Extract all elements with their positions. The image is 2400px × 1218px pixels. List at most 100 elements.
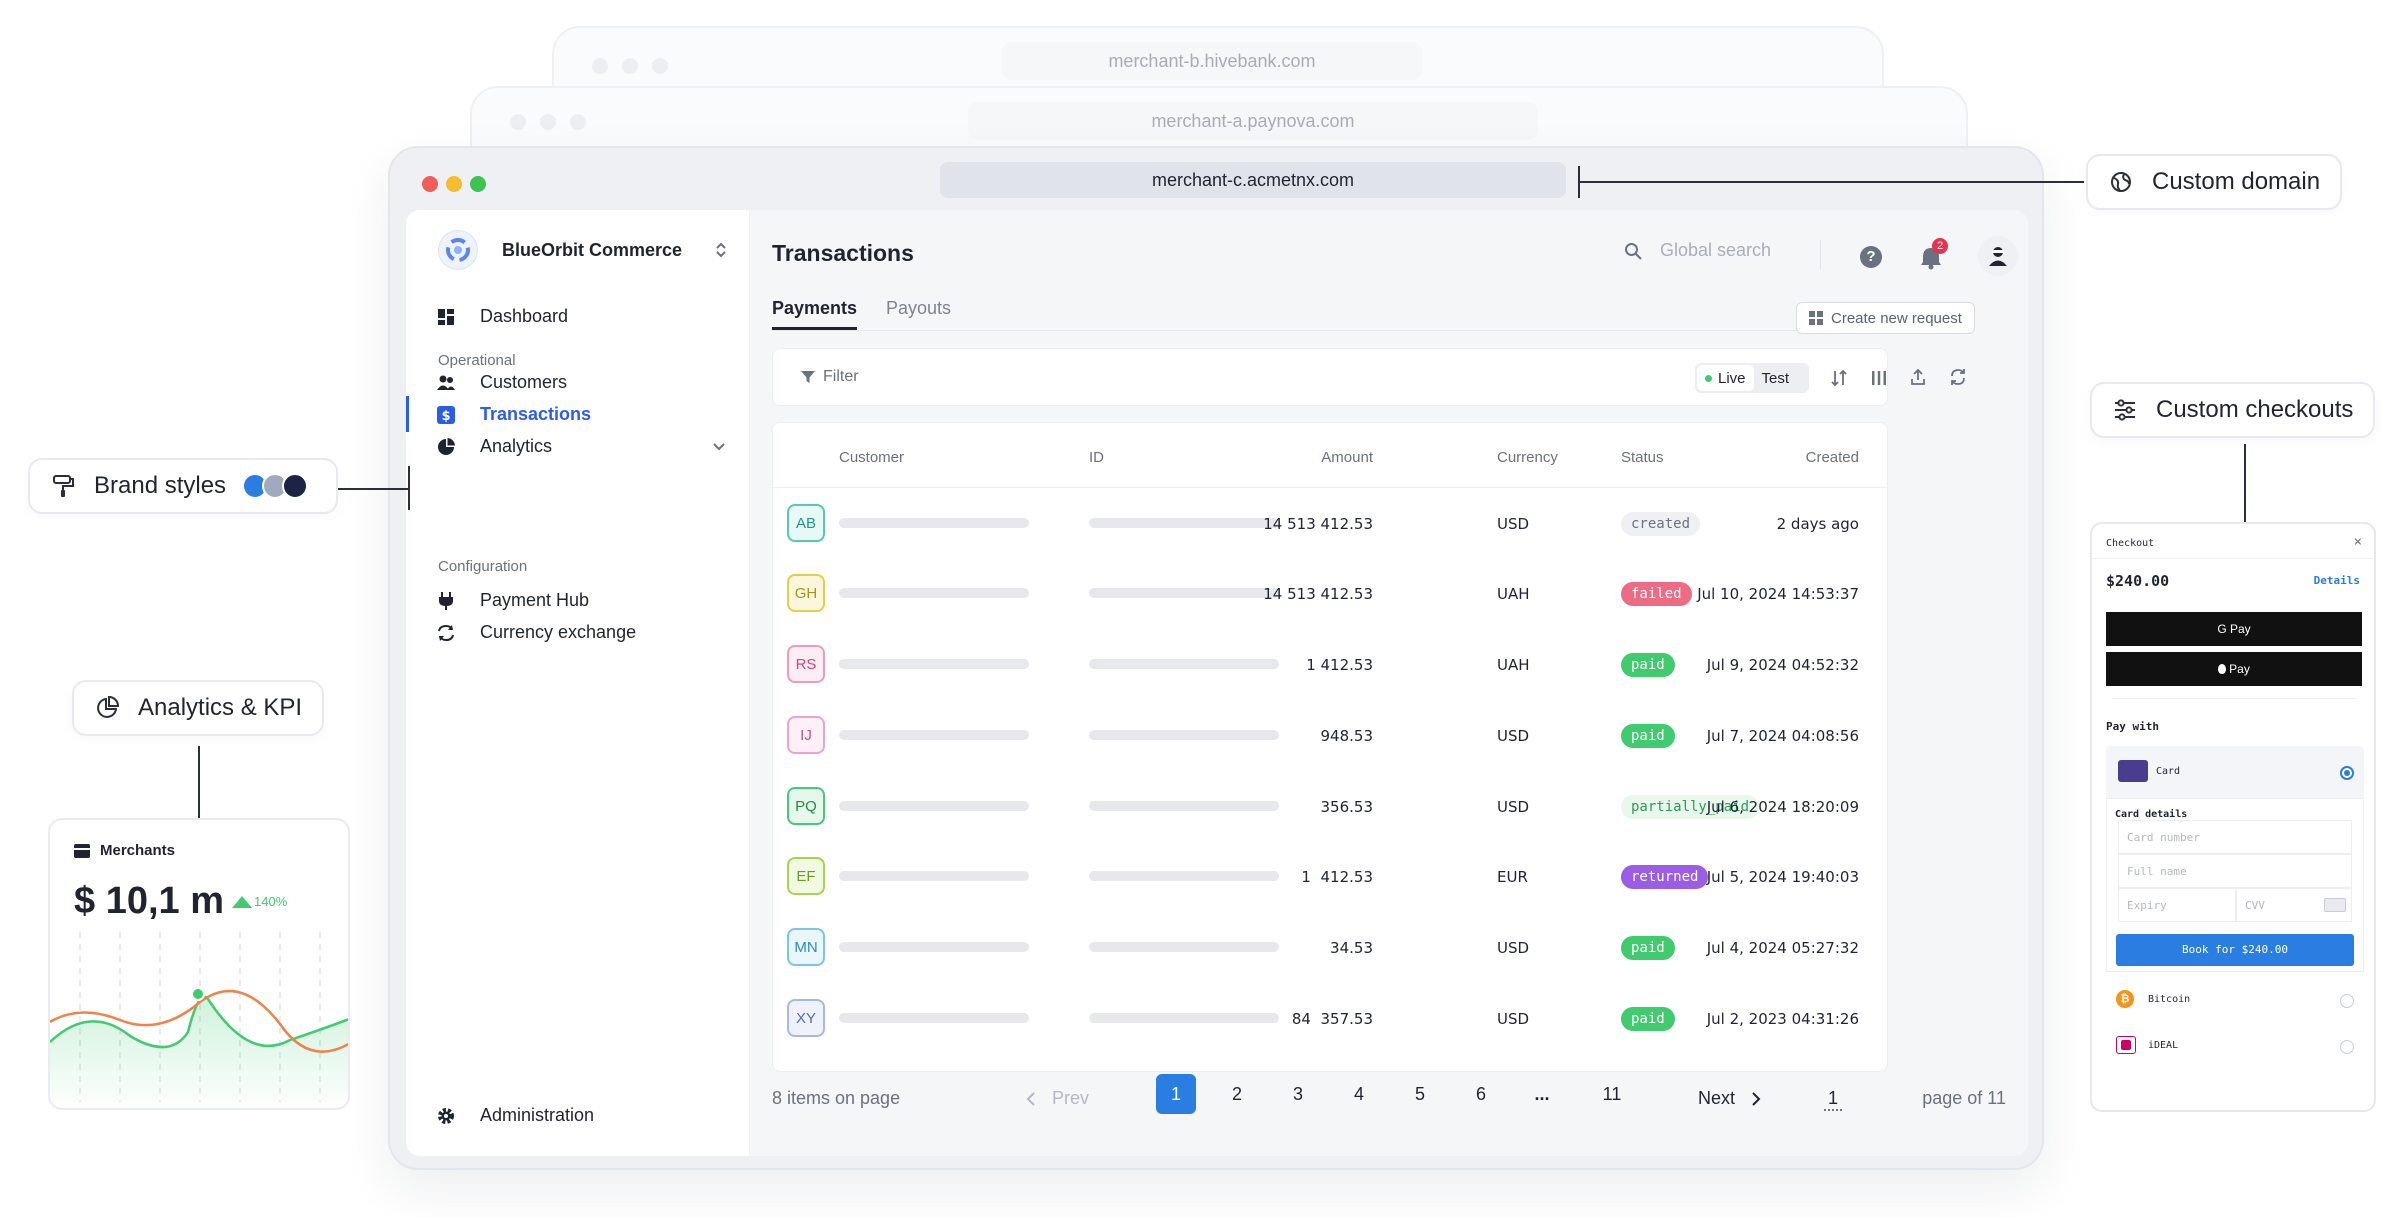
- ideal-radio[interactable]: [2340, 1040, 2354, 1054]
- address-bar[interactable]: merchant-c.acmetnx.com: [940, 162, 1566, 198]
- mode-live-label: Live: [1718, 369, 1746, 387]
- card-number-input[interactable]: Card number: [2118, 820, 2352, 854]
- sidebar-item-customers[interactable]: Customers: [436, 372, 567, 393]
- page-button-2[interactable]: 2: [1217, 1074, 1257, 1114]
- chevron-down-icon: [713, 442, 725, 450]
- column-header-amount[interactable]: Amount: [1321, 449, 1373, 466]
- pay-with-label: Pay with: [2106, 720, 2159, 733]
- google-pay-button[interactable]: G Pay: [2106, 612, 2362, 646]
- page-button-3[interactable]: 3: [1278, 1074, 1318, 1114]
- url-bar: merchant-a.paynova.com: [968, 102, 1538, 140]
- table-row[interactable]: EF 1 412.53 EUR returned Jul 5, 2024 19:…: [773, 841, 1887, 912]
- help-button[interactable]: ?: [1860, 246, 1882, 268]
- items-on-page: 8 items on page: [772, 1088, 901, 1108]
- gear-icon: [436, 1106, 456, 1126]
- main-content: Transactions Global search ? 2 Payments …: [750, 210, 2028, 1156]
- sidebar-item-analytics[interactable]: Analytics: [436, 436, 726, 457]
- avatar: PQ: [787, 787, 825, 825]
- cvv-card-icon: [2324, 898, 2346, 912]
- page-button-11[interactable]: 11: [1592, 1074, 1632, 1114]
- card-radio[interactable]: [2340, 766, 2354, 780]
- sort-icon[interactable]: [1831, 369, 1847, 387]
- prev-page-button[interactable]: Prev: [1026, 1088, 1089, 1109]
- full-name-input[interactable]: Full name: [2118, 854, 2352, 888]
- create-request-button[interactable]: Create new request: [1796, 302, 1975, 334]
- page-button-6[interactable]: 6: [1461, 1074, 1501, 1114]
- checkout-divider: [2092, 558, 2374, 559]
- section-label-operational: Operational: [438, 352, 516, 369]
- id-placeholder: [1089, 588, 1279, 598]
- column-header-id[interactable]: ID: [1089, 449, 1104, 466]
- column-header-customer[interactable]: Customer: [839, 449, 904, 466]
- sidebar-item-label: Dashboard: [480, 306, 569, 326]
- mode-live-button[interactable]: Live: [1697, 365, 1754, 391]
- paint-roller-icon: [50, 473, 76, 499]
- or-divider: [2112, 698, 2356, 699]
- table-row[interactable]: XY 84 357.53 USD paid Jul 2, 2023 04:31:…: [773, 983, 1887, 1054]
- currency-cell: UAH: [1497, 656, 1530, 674]
- apple-pay-button[interactable]: Pay: [2106, 652, 2362, 686]
- tab-payouts[interactable]: Payouts: [886, 298, 951, 319]
- main-browser-window: merchant-c.acmetnx.com BlueOrbit Commerc…: [388, 146, 2044, 1170]
- checkout-details-link[interactable]: Details: [2314, 574, 2360, 587]
- section-label-configuration: Configuration: [438, 558, 528, 575]
- ideal-option[interactable]: iDEAL: [2106, 1024, 2364, 1068]
- notifications-button[interactable]: 2: [1918, 238, 1948, 270]
- dashboard-icon: [436, 307, 456, 327]
- sidebar-item-currency-exchange[interactable]: Currency exchange: [436, 622, 636, 643]
- table-row[interactable]: IJ 948.53 USD paid Jul 7, 2024 04:08:56: [773, 700, 1887, 771]
- refresh-icon[interactable]: [1949, 368, 1967, 386]
- table-row[interactable]: AB 14 513 412.53 USD created 2 days ago: [773, 488, 1887, 559]
- column-header-status[interactable]: Status: [1621, 449, 1664, 466]
- export-icon[interactable]: [1910, 368, 1926, 386]
- table-row[interactable]: PQ 356.53 USD partially_paid Jul 6, 2024…: [773, 771, 1887, 842]
- stage: merchant-b.hivebank.com merchant-a.payno…: [0, 0, 2400, 1218]
- created-cell: Jul 9, 2024 04:52:32: [1706, 656, 1859, 674]
- sidebar-item-administration[interactable]: Administration: [436, 1105, 594, 1126]
- card-icon: [2118, 760, 2148, 782]
- expiry-input[interactable]: Expiry: [2118, 888, 2236, 922]
- customer-placeholder: [839, 518, 1029, 528]
- table-row[interactable]: RS 1 412.53 UAH paid Jul 9, 2024 04:52:3…: [773, 629, 1887, 700]
- mode-test-button[interactable]: Test: [1754, 365, 1798, 391]
- sidebar-item-dashboard[interactable]: Dashboard: [436, 306, 568, 327]
- filter-button[interactable]: Filter: [801, 368, 859, 386]
- page-button-1[interactable]: 1: [1156, 1074, 1196, 1114]
- status-badge: paid: [1621, 653, 1675, 677]
- page-of-label: page of 11: [1922, 1088, 2006, 1108]
- column-header-currency[interactable]: Currency: [1497, 449, 1558, 466]
- connector-line: [330, 488, 410, 490]
- user-avatar[interactable]: [1978, 236, 2018, 276]
- tab-payments[interactable]: Payments: [772, 298, 858, 330]
- global-search[interactable]: Global search: [1624, 240, 1771, 261]
- maximize-window-button[interactable]: [470, 176, 486, 192]
- created-cell: Jul 4, 2024 05:27:32: [1706, 939, 1859, 957]
- active-indicator: [406, 396, 409, 432]
- bitcoin-option[interactable]: ₿ Bitcoin: [2106, 978, 2364, 1022]
- columns-icon[interactable]: [1871, 370, 1887, 386]
- exchange-icon: [436, 623, 456, 643]
- org-switcher[interactable]: BlueOrbit Commerce: [438, 230, 728, 270]
- checkout-close-button[interactable]: ×: [2354, 534, 2362, 550]
- app: BlueOrbit Commerce Dashboard Operational…: [406, 210, 2028, 1156]
- next-page-button[interactable]: Next: [1698, 1088, 1761, 1109]
- table-row[interactable]: MN 34.53 USD paid Jul 4, 2024 05:27:32: [773, 912, 1887, 983]
- sidebar-item-payment-hub[interactable]: Payment Hub: [436, 590, 589, 611]
- column-header-created[interactable]: Created: [1806, 449, 1859, 466]
- minimize-window-button[interactable]: [446, 176, 462, 192]
- page-title: Transactions: [772, 240, 914, 266]
- sidebar-item-transactions[interactable]: $ Transactions: [436, 404, 591, 425]
- currency-cell: USD: [1497, 515, 1530, 533]
- page-button-5[interactable]: 5: [1400, 1074, 1440, 1114]
- sidebar-item-label: Analytics: [480, 436, 553, 456]
- book-button[interactable]: Book for $240.00: [2116, 934, 2354, 966]
- bitcoin-radio[interactable]: [2340, 994, 2354, 1008]
- page-input[interactable]: 1: [1824, 1088, 1843, 1111]
- avatar: RS: [787, 645, 825, 683]
- id-placeholder: [1089, 801, 1279, 811]
- svg-text:$: $: [441, 409, 450, 424]
- table-row[interactable]: GH 14 513 412.53 UAH failed Jul 10, 2024…: [773, 558, 1887, 629]
- page-button-4[interactable]: 4: [1339, 1074, 1379, 1114]
- amount-cell: 1 412.53: [1306, 656, 1373, 674]
- close-window-button[interactable]: [422, 176, 438, 192]
